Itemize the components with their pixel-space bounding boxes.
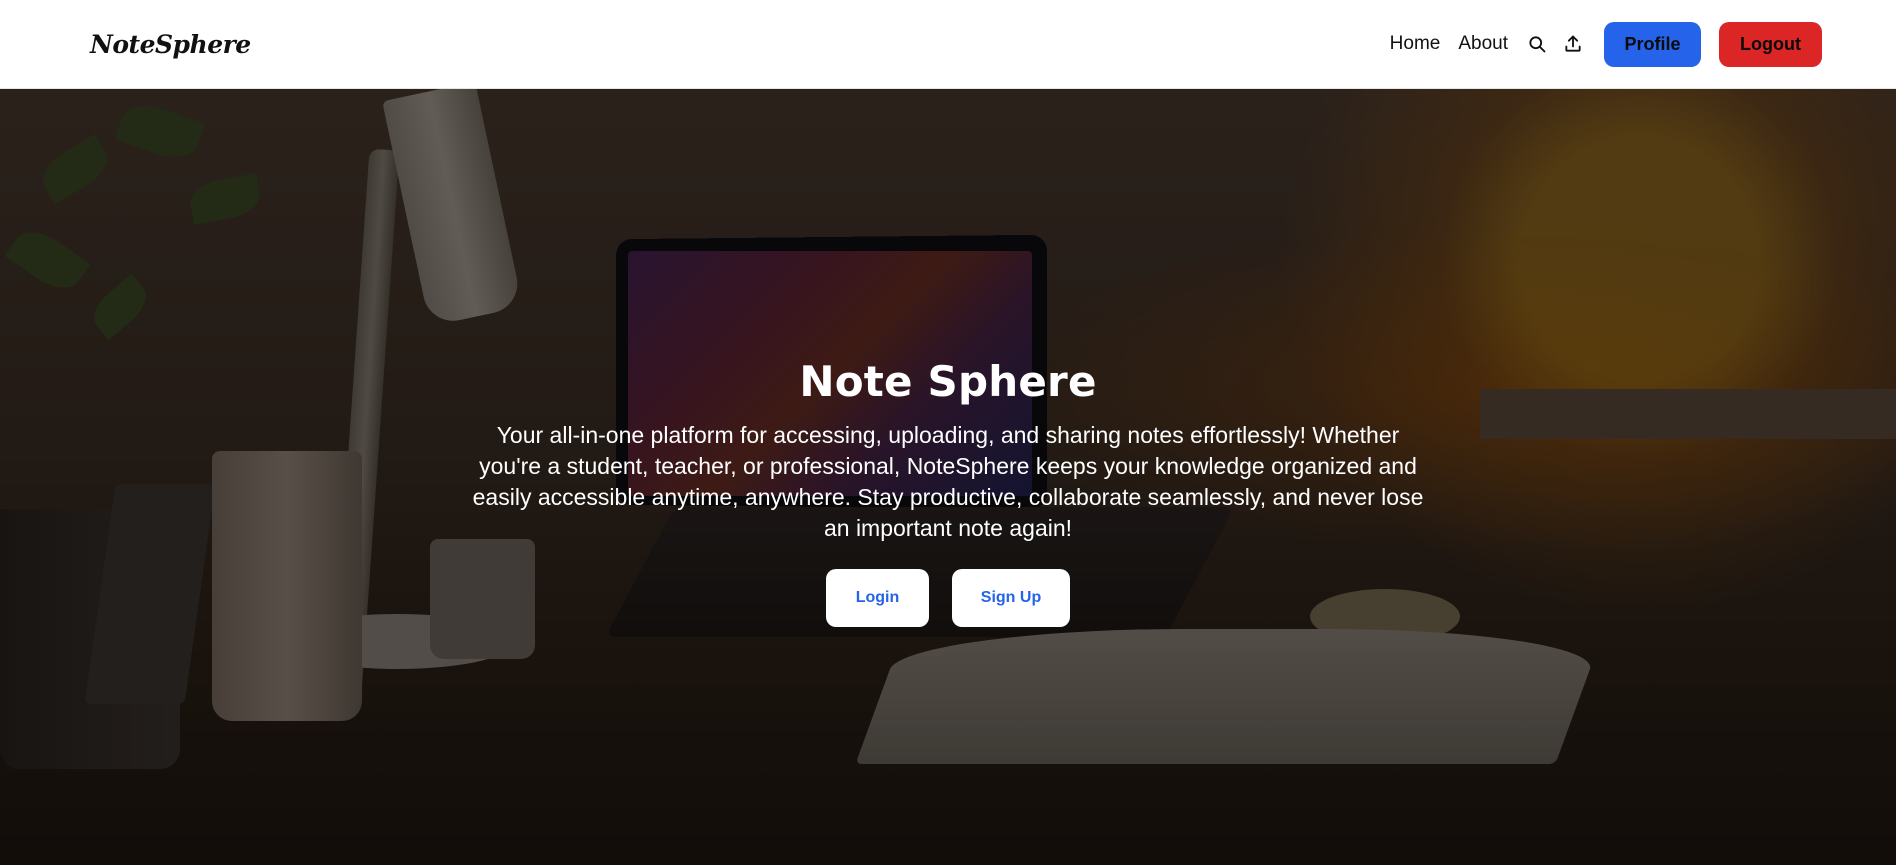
brand-logo[interactable]: NoteSphere — [90, 30, 251, 59]
profile-button[interactable]: Profile — [1604, 21, 1701, 67]
search-icon[interactable] — [1526, 33, 1548, 55]
hero-section: Note Sphere Your all-in-one platform for… — [0, 89, 1896, 865]
hero-title: Note Sphere — [799, 357, 1097, 406]
hero-description: Your all-in-one platform for accessing, … — [472, 422, 1424, 541]
nav-menu: Home About Profile Logout — [1390, 21, 1822, 67]
hero-content: Note Sphere Your all-in-one platform for… — [0, 89, 1896, 865]
login-button[interactable]: Login — [826, 569, 929, 627]
logout-button[interactable]: Logout — [1719, 21, 1822, 67]
signup-button[interactable]: Sign Up — [952, 569, 1070, 627]
nav-link-home[interactable]: Home — [1390, 33, 1441, 55]
hero-buttons: Login Sign Up — [826, 569, 1070, 627]
nav-link-about[interactable]: About — [1458, 33, 1508, 55]
upload-icon[interactable] — [1562, 33, 1584, 55]
navbar: NoteSphere Home About Profile Logout — [0, 0, 1896, 89]
